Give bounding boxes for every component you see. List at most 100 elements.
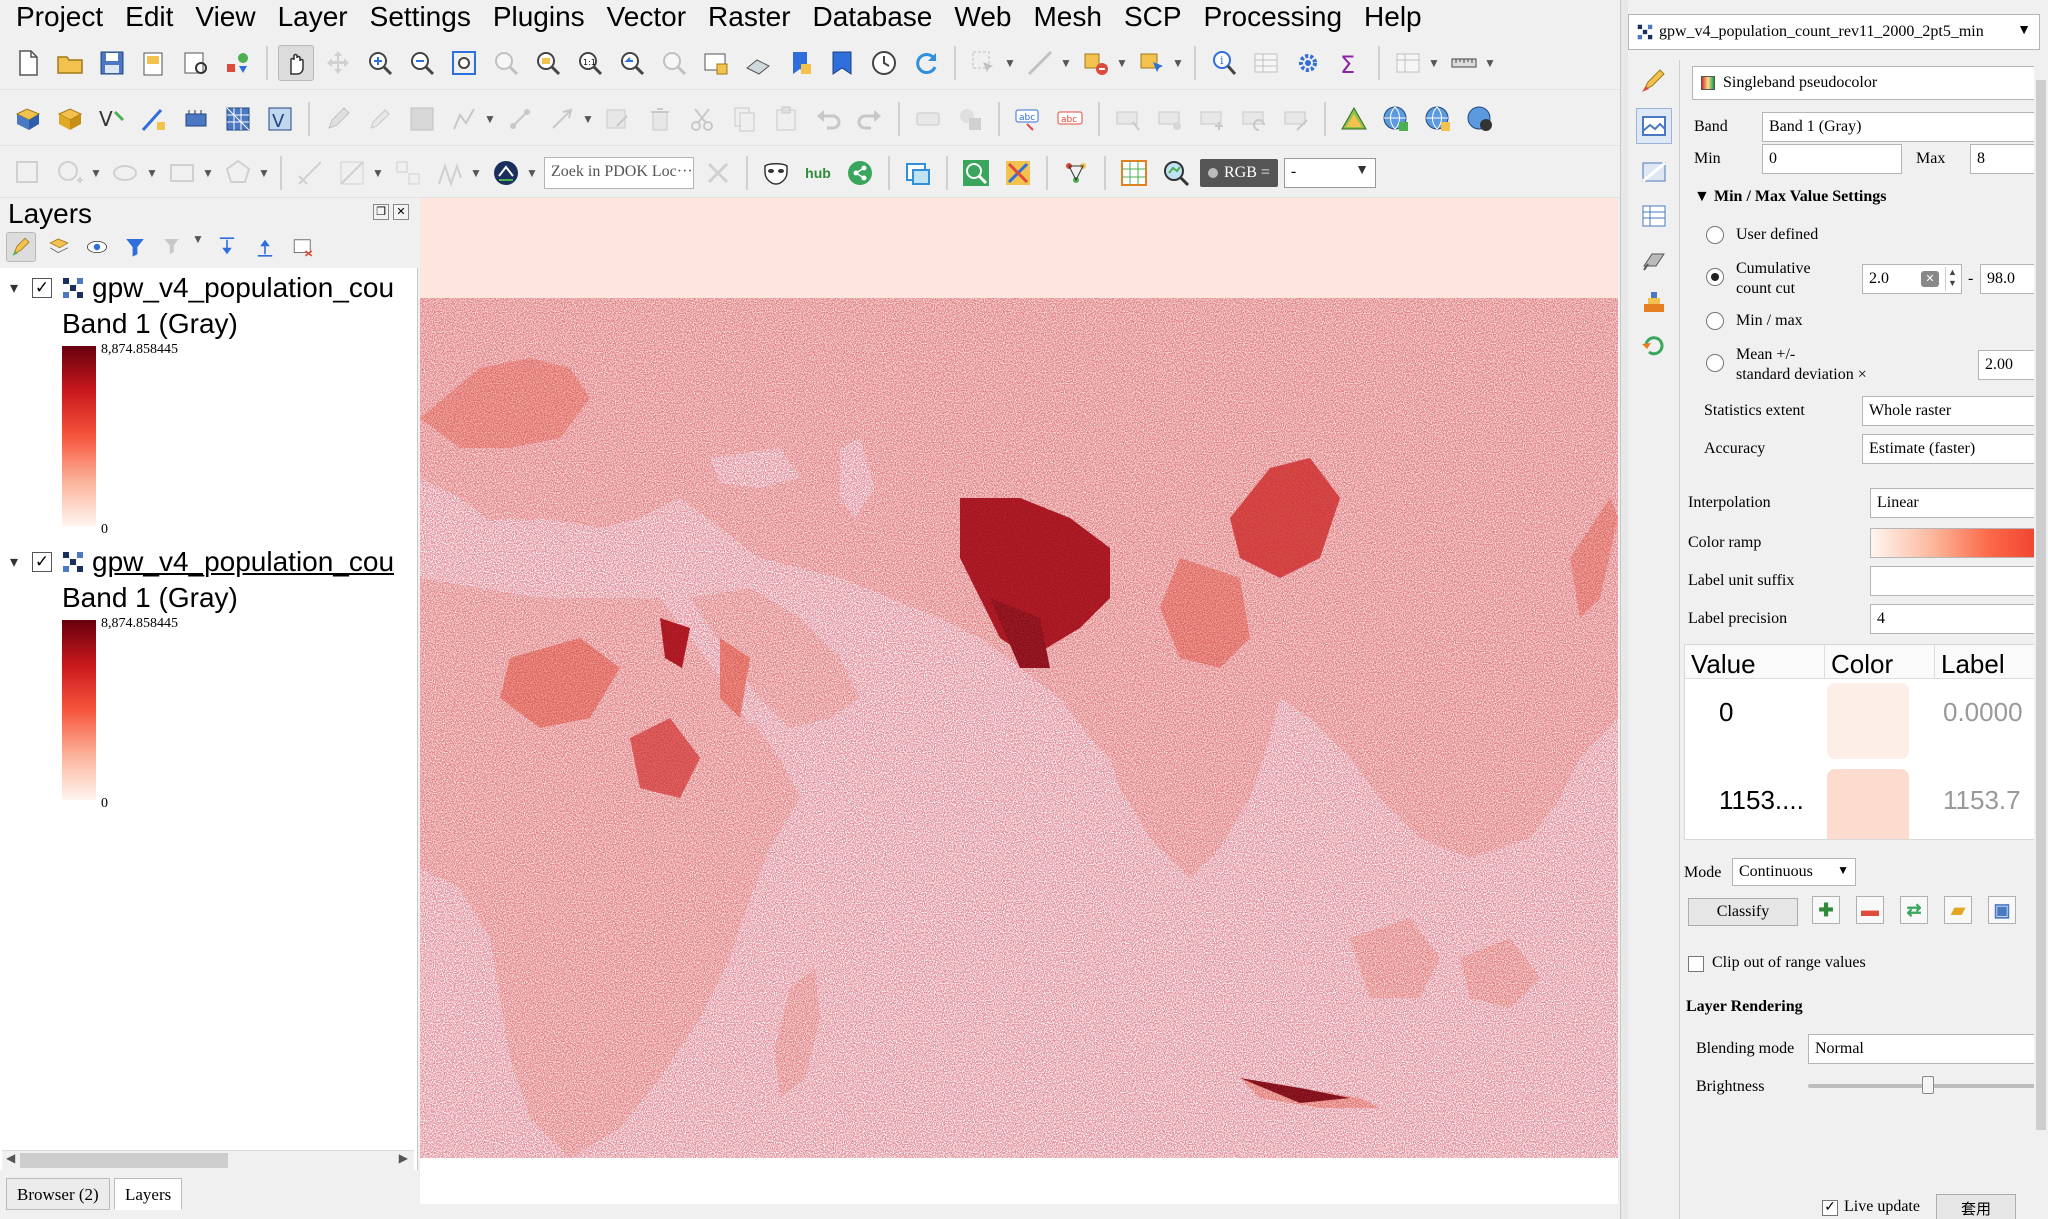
layer-visibility-checkbox[interactable]: ✓ [32,552,52,572]
redo-icon[interactable] [852,101,888,137]
overview-icon[interactable] [900,155,936,191]
new-virtual-layer-icon[interactable] [178,101,214,137]
scp-roi-icon[interactable] [1000,155,1036,191]
chevron-down-icon[interactable]: ▼ [202,166,214,180]
filter-legend-icon[interactable] [120,232,150,262]
menu-processing[interactable]: Processing [1194,0,1355,33]
chevron-down-icon[interactable]: ▼ [526,166,538,180]
table-row-color-swatch[interactable] [1827,769,1909,839]
label-precision-input[interactable]: 4 [1870,604,2048,634]
menu-settings[interactable]: Settings [360,0,483,33]
table-row-value[interactable]: 0 [1719,697,1733,728]
menu-view[interactable]: View [185,0,267,33]
change-label-icon[interactable] [1278,101,1314,137]
paste-features-icon[interactable] [768,101,804,137]
clip-out-of-range-checkbox[interactable] [1688,956,1704,972]
table-header-color[interactable]: Color [1825,645,1935,679]
pdok-search-input[interactable]: Zoek in PDOK Loc··· [544,156,694,189]
rgb-select[interactable]: - ▼ [1283,157,1376,188]
modify-attributes-icon[interactable] [600,101,636,137]
menu-scp[interactable]: SCP [1114,0,1194,33]
add-polygon-icon[interactable] [10,155,46,191]
chevron-down-icon[interactable]: ▼ [470,166,482,180]
radio-cumulative-count-cut[interactable] [1706,268,1724,286]
move-label-icon[interactable] [1194,101,1230,137]
menu-raster[interactable]: Raster [698,0,802,33]
label-tool-icon[interactable] [952,101,988,137]
renderer-type-combo[interactable]: Singleband pseudocolor [1692,66,2048,100]
georeferencer-icon[interactable] [1336,101,1372,137]
load-color-map-icon[interactable]: ▰ [1944,896,1972,924]
mask-plugin-icon[interactable] [758,155,794,191]
pdok-locator-icon[interactable] [488,155,524,191]
layer-labeling-options-icon[interactable]: abc [1010,101,1046,137]
statistical-summary-icon[interactable]: Σ [1332,45,1368,81]
table-header-value[interactable]: Value [1685,645,1825,679]
cut-features-icon[interactable] [684,101,720,137]
show-hide-labels-icon[interactable] [1152,101,1188,137]
tab-browser[interactable]: Browser (2) [6,1178,110,1210]
table-row-label[interactable]: 0.0000 [1943,697,2023,728]
chevron-down-icon[interactable]: ▼ [1428,56,1440,70]
new-temporary-layer-icon[interactable] [136,101,172,137]
scp-network-icon[interactable] [1058,155,1094,191]
scrollbar-thumb[interactable] [2036,80,2046,1130]
add-raster-layer-icon[interactable] [220,101,256,137]
map-canvas[interactable] [420,198,1618,1204]
add-rectangle-icon[interactable] [164,155,200,191]
new-bookmark-icon[interactable] [782,45,818,81]
chevron-down-icon[interactable]: ▼ [146,166,158,180]
min-input[interactable]: 0 [1762,144,1902,174]
zoom-in-icon[interactable] [362,45,398,81]
menu-project[interactable]: Project [6,0,115,33]
refresh-icon[interactable] [908,45,944,81]
chevron-down-icon[interactable]: ▼ [192,232,204,262]
collapse-arrow-icon[interactable]: ▼ [1694,188,1710,206]
zoom-native-resolution-icon[interactable]: 1:1 [572,45,608,81]
add-group-icon[interactable] [44,232,74,262]
new-geopackage-layer-icon[interactable] [52,101,88,137]
table-header-label[interactable]: Label [1935,645,2047,679]
interpolation-select[interactable]: Linear [1870,488,2048,518]
deselect-features-icon[interactable] [1078,45,1114,81]
apply-button[interactable]: 套用 [1936,1194,2016,1219]
add-feature-icon[interactable] [446,101,482,137]
new-3d-map-view-icon[interactable] [740,45,776,81]
statistics-extent-select[interactable]: Whole raster [1862,396,2048,426]
attribute-table-icon[interactable] [1248,45,1284,81]
remove-value-icon[interactable]: ▬ [1856,896,1884,924]
pyramids-tab-icon[interactable] [1638,286,1670,318]
toggle-editing-icon[interactable] [320,101,356,137]
pan-map-icon[interactable] [278,44,314,81]
brightness-slider-thumb[interactable] [1922,1076,1934,1094]
menu-web[interactable]: Web [944,0,1023,33]
data-source-manager-icon[interactable] [10,101,46,137]
symbology-brush-icon[interactable] [1638,64,1670,96]
zoom-next-icon[interactable] [656,45,692,81]
pan-to-selection-icon[interactable] [320,45,356,81]
chevron-down-icon[interactable]: ▼ [1060,56,1072,70]
add-wms-layer-icon[interactable] [1378,101,1414,137]
select-by-value-icon[interactable] [1022,45,1058,81]
zoom-out-icon[interactable] [404,45,440,81]
history-tab-icon[interactable] [1638,330,1670,362]
expand-all-icon[interactable] [212,232,242,262]
band-select[interactable]: Band 1 (Gray) [1762,112,2048,142]
style-manager-icon[interactable] [220,45,256,81]
simplify-icon[interactable] [432,155,468,191]
chevron-down-icon[interactable]: ▾ [10,552,32,572]
layer-tree-item[interactable]: ▾ ✓ gpw_v4_population_cou [0,542,412,582]
identify-features-icon[interactable]: i [1206,45,1242,81]
classify-button[interactable]: Classify [1688,898,1798,926]
clear-icon[interactable]: ✕ [1921,271,1939,287]
add-ellipse-icon[interactable] [108,155,144,191]
rotate-label-icon[interactable] [1236,101,1272,137]
layer-styling-icon[interactable] [6,232,36,262]
open-project-icon[interactable] [52,45,88,81]
manage-map-themes-icon[interactable] [82,232,112,262]
zoom-last-icon[interactable] [614,45,650,81]
temporal-controller-icon[interactable] [866,45,902,81]
menu-database[interactable]: Database [803,0,945,33]
symbology-tab-icon[interactable] [1636,108,1672,144]
layout-manager-icon[interactable] [178,45,214,81]
